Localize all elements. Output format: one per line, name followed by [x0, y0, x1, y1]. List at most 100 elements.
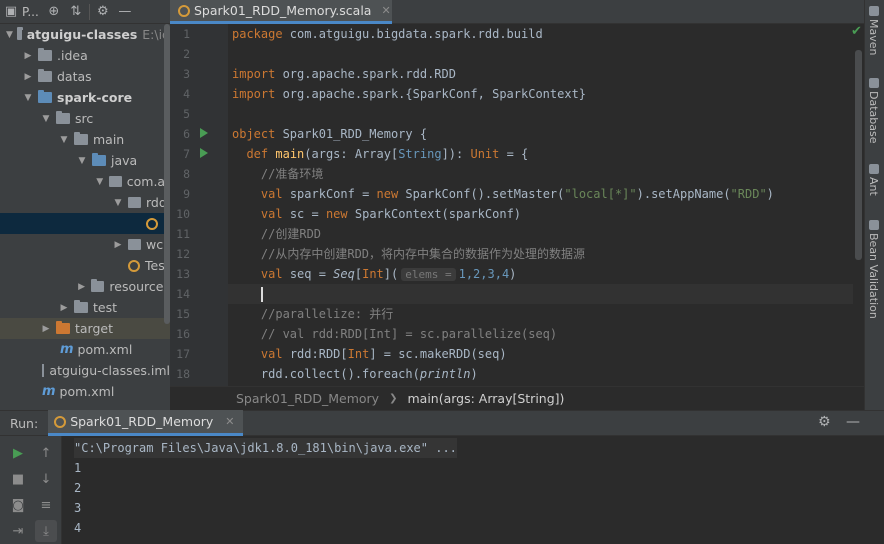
tree-item-com-atguigu[interactable]: ▼ com.at [0, 171, 170, 192]
chevron-right-icon[interactable]: ▶ [40, 324, 52, 334]
gear-icon[interactable]: ⚙ [92, 0, 114, 24]
scala-object-icon [178, 4, 190, 17]
tree-item-label: Tes [145, 258, 165, 273]
tree-item-test[interactable]: ▶ test [0, 297, 170, 318]
ant-tool-tab[interactable]: Ant [867, 164, 880, 196]
run-label: Run: [10, 415, 39, 431]
code-line-18: rdd.collect().foreach(println) [260, 367, 478, 381]
editor-tab-bar: Spark01_RDD_Memory.scala ✕ [170, 0, 864, 24]
module-folder-icon [38, 90, 52, 103]
tree-item-label: pom.xml [59, 384, 115, 399]
tree-item-selected-file[interactable] [0, 213, 170, 234]
bean-icon [868, 220, 879, 230]
parameter-hint: elems = [401, 268, 456, 281]
maven-file-icon: m [60, 342, 74, 357]
collapse-icon[interactable]: ⇅ [65, 0, 87, 24]
tree-item-label: atguigu-classes [26, 27, 138, 42]
chevron-right-icon[interactable]: ▶ [112, 240, 124, 250]
tree-item-tes[interactable]: Tes [0, 255, 170, 276]
editor-scrollbar-thumb[interactable] [855, 50, 862, 260]
soft-wrap-icon[interactable]: ≡ [35, 494, 57, 516]
chevron-down-icon[interactable]: ▼ [112, 198, 124, 208]
tree-item-label: target [75, 321, 114, 336]
divider [88, 3, 90, 20]
camera-icon[interactable]: ◙ [7, 494, 29, 516]
maven-tool-tab[interactable]: Maven [867, 6, 880, 55]
chevron-down-icon[interactable]: ▼ [76, 156, 88, 166]
project-view-icon[interactable]: ▣ [0, 0, 22, 24]
tree-item-pom-root[interactable]: m pom.xml [0, 381, 170, 402]
exit-icon[interactable]: ⇥ [7, 520, 29, 542]
editor-tab-label: Spark01_RDD_Memory.scala [194, 3, 372, 18]
line-number: 14 [176, 287, 190, 301]
tree-item-label: java [111, 153, 138, 168]
tree-item-datas[interactable]: ▶ datas [0, 66, 170, 87]
run-main-icon[interactable] [200, 148, 208, 158]
breadcrumb-method[interactable]: main(args: Array[String]) [407, 391, 564, 406]
chevron-down-icon[interactable]: ▼ [22, 93, 34, 103]
tree-item-label: test [93, 300, 118, 315]
close-icon[interactable]: ✕ [225, 415, 234, 428]
excluded-folder-icon [56, 321, 70, 334]
tree-item-root[interactable]: ▼ atguigu-classes E:\id [0, 24, 170, 45]
code-area[interactable]: package com.atguigu.bigdata.spark.rdd.bu… [228, 24, 864, 386]
project-panel-title[interactable]: P... [22, 5, 39, 19]
run-tab[interactable]: Spark01_RDD_Memory ✕ [48, 410, 243, 436]
tree-item-wc[interactable]: ▶ wc [0, 234, 170, 255]
line-number: 12 [176, 247, 190, 261]
chevron-right-icon[interactable]: ▶ [22, 72, 34, 82]
line-number: 11 [176, 227, 190, 241]
run-object-icon[interactable] [200, 128, 208, 138]
tree-item-idea[interactable]: ▶ .idea [0, 45, 170, 66]
source-folder-icon [92, 153, 106, 166]
chevron-down-icon[interactable]: ▼ [58, 135, 70, 145]
iml-file-icon [42, 364, 45, 377]
tree-item-label: wc [146, 237, 164, 252]
console-output[interactable]: "C:\Program Files\Java\jdk1.8.0_181\bin\… [62, 436, 884, 544]
tree-item-resources[interactable]: ▶ resources [0, 276, 170, 297]
tree-item-main[interactable]: ▼ main [0, 129, 170, 150]
tree-item-spark-core[interactable]: ▼ spark-core [0, 87, 170, 108]
tree-item-target[interactable]: ▶ target [0, 318, 170, 339]
folder-icon [38, 69, 52, 82]
code-line-6: object Spark01_RDD_Memory { [232, 127, 428, 141]
console-line: 2 [74, 481, 82, 495]
resources-folder-icon [91, 279, 105, 292]
tree-item-iml[interactable]: atguigu-classes.iml [0, 360, 170, 381]
run-tab-label: Spark01_RDD_Memory [70, 414, 214, 429]
gear-icon[interactable]: ⚙ [818, 414, 831, 430]
line-number: 6 [183, 127, 190, 141]
chevron-down-icon[interactable]: ▼ [6, 30, 13, 40]
bean-validation-tool-tab[interactable]: Bean Validation [867, 220, 880, 319]
close-icon[interactable]: ✕ [381, 4, 390, 17]
down-arrow-icon[interactable]: ↓ [35, 468, 57, 490]
folder-icon [56, 111, 70, 124]
editor-tab-active[interactable]: Spark01_RDD_Memory.scala ✕ [170, 0, 392, 24]
database-icon [868, 78, 879, 88]
line-number: 5 [183, 107, 190, 121]
tree-item-java[interactable]: ▼ java [0, 150, 170, 171]
chevron-down-icon[interactable]: ▼ [94, 177, 105, 187]
stop-icon[interactable]: ■ [7, 468, 29, 490]
up-arrow-icon[interactable]: ↑ [35, 442, 57, 464]
minimize-icon[interactable]: — [846, 414, 860, 430]
chevron-right-icon[interactable]: ▶ [76, 282, 87, 292]
tree-item-pom-module[interactable]: m pom.xml [0, 339, 170, 360]
database-tool-tab[interactable]: Database [867, 78, 880, 144]
hide-icon[interactable]: — [114, 0, 136, 24]
chevron-right-icon[interactable]: ▶ [22, 51, 34, 61]
code-line-1: package com.atguigu.bigdata.spark.rdd.bu… [232, 27, 543, 41]
tree-item-label: src [75, 111, 94, 126]
tree-item-label: resources [109, 279, 170, 294]
tree-item-label: pom.xml [77, 342, 133, 357]
scroll-to-end-icon[interactable]: ⤓ [35, 520, 57, 542]
chevron-down-icon[interactable]: ▼ [40, 114, 52, 124]
tree-item-src[interactable]: ▼ src [0, 108, 170, 129]
locate-icon[interactable]: ⊕ [43, 0, 65, 24]
breadcrumb-object[interactable]: Spark01_RDD_Memory [236, 391, 379, 406]
chevron-right-icon[interactable]: ▶ [58, 303, 70, 313]
code-editor[interactable]: 1 3 4 5 6 7 8 9 10 11 12 13 14 15 16 17 … [170, 24, 864, 386]
rerun-icon[interactable]: ▶ [7, 442, 29, 464]
tree-item-rdd[interactable]: ▼ rdd [0, 192, 170, 213]
maven-icon [868, 6, 879, 16]
